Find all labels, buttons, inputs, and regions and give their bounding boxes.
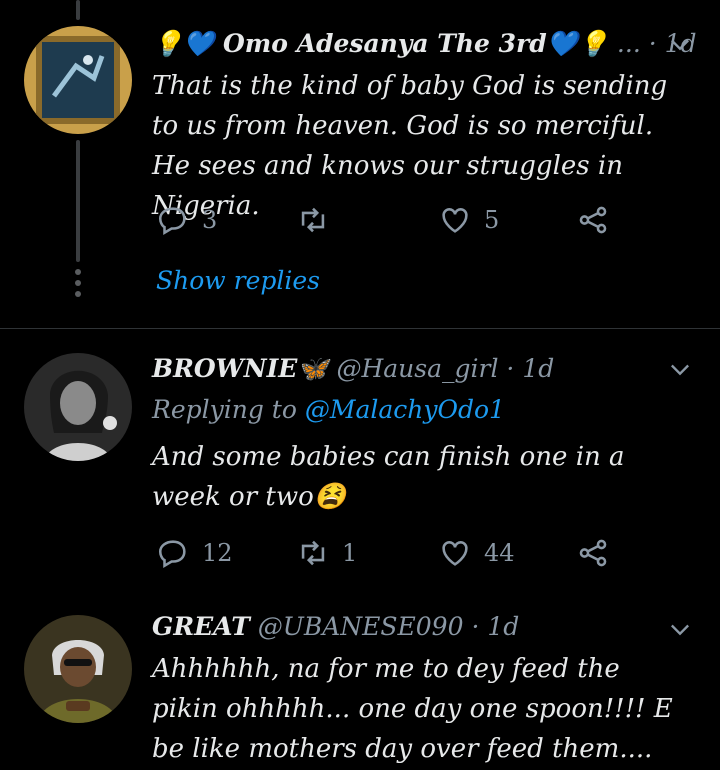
- like-button[interactable]: 44: [438, 533, 515, 573]
- like-icon: [442, 208, 468, 233]
- share-icon: [579, 539, 607, 567]
- avatar[interactable]: [24, 353, 132, 461]
- thread-more-dots[interactable]: [74, 266, 82, 302]
- reply-icon: [158, 540, 186, 569]
- tweet-header: 💡💙 Omo Adesanya The 3rd💙💡 ... · 1d: [152, 29, 697, 58]
- handle[interactable]: @Hausa_girl: [336, 354, 498, 383]
- tweet-1[interactable]: 💡💙 Omo Adesanya The 3rd💙💡 ... · 1d That …: [0, 0, 720, 328]
- handle[interactable]: @UBANESE090: [258, 612, 464, 641]
- chevron-down-icon[interactable]: [666, 615, 694, 643]
- chevron-down-icon[interactable]: [666, 30, 694, 58]
- tweet-text: Ahhhhhh, na for me to dey feed the pikin…: [152, 654, 673, 764]
- avatar[interactable]: [24, 615, 132, 723]
- timestamp[interactable]: 1d: [522, 354, 554, 383]
- reply-icon: [158, 207, 186, 236]
- reply-count: 3: [202, 206, 218, 234]
- thread-line-top: [76, 0, 80, 20]
- chevron-down-icon[interactable]: [666, 355, 694, 383]
- reply-button[interactable]: 12: [156, 533, 233, 573]
- mention-link[interactable]: @MalachyOdo1: [305, 395, 505, 424]
- like-count: 44: [484, 539, 515, 567]
- timestamp[interactable]: 1d: [487, 612, 519, 641]
- display-name[interactable]: GREAT: [152, 612, 250, 641]
- display-name[interactable]: 💡💙 Omo Adesanya The 3rd💙💡: [152, 29, 609, 58]
- tweet-2[interactable]: BROWNIE🦋 @Hausa_girl · 1d Replying to @M…: [0, 329, 720, 593]
- tweet-3[interactable]: GREAT @UBANESE090 · 1d Ahhhhhh, na for m…: [0, 593, 720, 770]
- replying-to: Replying to @MalachyOdo1: [152, 395, 505, 424]
- tweet-header: BROWNIE🦋 @Hausa_girl · 1d: [152, 354, 555, 383]
- retweet-icon: [301, 207, 325, 233]
- display-name[interactable]: BROWNIE🦋: [152, 354, 329, 383]
- tweet-header: GREAT @UBANESE090 · 1d: [152, 612, 520, 641]
- thread-line: [76, 140, 80, 262]
- share-button[interactable]: [576, 533, 610, 573]
- handle[interactable]: ...: [617, 29, 641, 58]
- retweet-count: 1: [342, 539, 358, 567]
- reply-count: 12: [202, 539, 233, 567]
- reply-button[interactable]: 3: [156, 200, 217, 240]
- retweet-button[interactable]: [296, 200, 342, 240]
- avatar[interactable]: [24, 26, 132, 134]
- share-button[interactable]: [576, 200, 610, 240]
- like-icon: [442, 541, 468, 566]
- retweet-icon: [301, 540, 325, 566]
- show-replies-link[interactable]: Show replies: [156, 266, 320, 295]
- like-button[interactable]: 5: [438, 200, 499, 240]
- share-icon: [579, 206, 607, 234]
- action-bar: 3 5: [156, 200, 626, 240]
- action-bar: 12 1 44: [156, 533, 626, 573]
- like-count: 5: [484, 206, 500, 234]
- retweet-button[interactable]: 1: [296, 533, 357, 573]
- tweet-text: And some babies can finish one in a week…: [152, 442, 625, 512]
